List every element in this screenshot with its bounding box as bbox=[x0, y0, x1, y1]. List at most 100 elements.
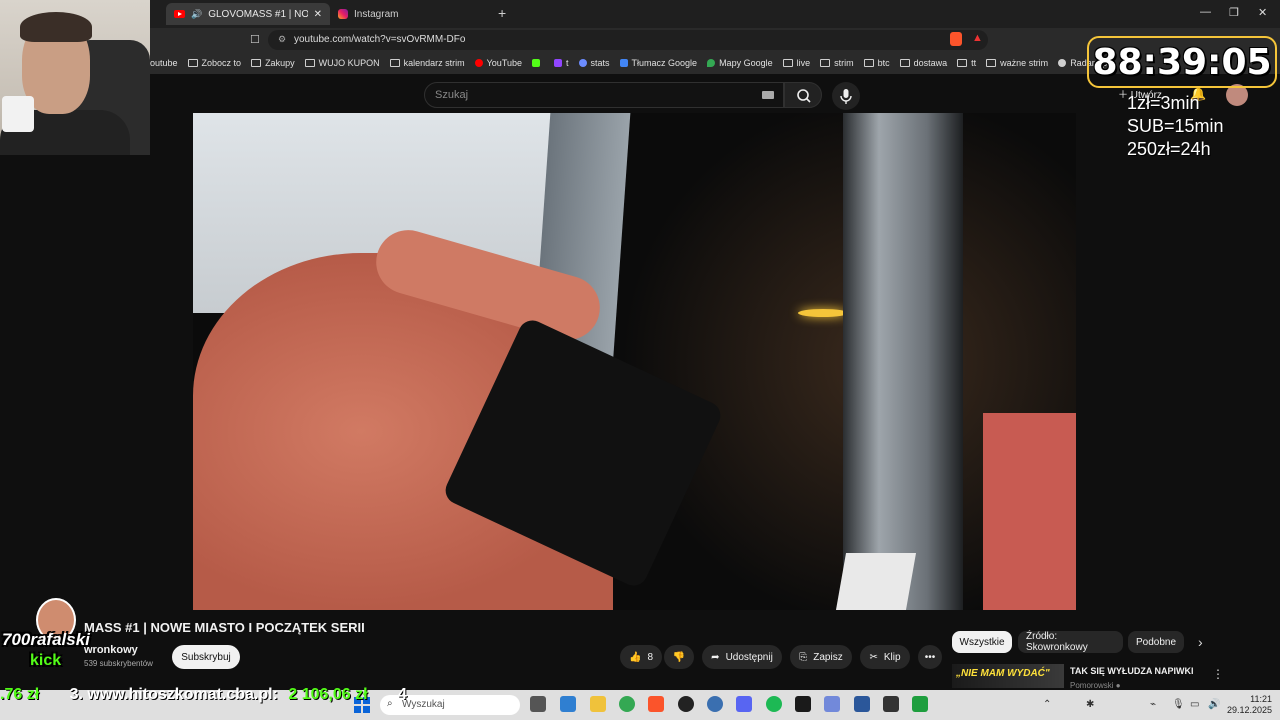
spotify-icon[interactable] bbox=[766, 696, 782, 712]
subscribe-button[interactable]: Subskrybuj bbox=[172, 645, 240, 669]
app-icon[interactable] bbox=[824, 696, 840, 712]
share-icon: ➦ bbox=[711, 651, 720, 663]
bookmark-item[interactable]: Zakupy bbox=[251, 58, 295, 68]
folder-icon bbox=[899, 59, 910, 67]
new-tab-button[interactable]: + bbox=[498, 5, 506, 21]
app-icon[interactable] bbox=[854, 696, 870, 712]
recommended-channel[interactable]: Pomorowski ● bbox=[1070, 681, 1121, 690]
taskbar-clock[interactable]: 11:21 29.12.2025 bbox=[1222, 694, 1272, 716]
recommended-thumbnail[interactable]: „NIE MAM WYDAĆ" bbox=[952, 664, 1064, 688]
microphone-tray-icon[interactable]: 🎙 bbox=[1172, 699, 1185, 710]
kebab-menu-icon[interactable]: ⋮ bbox=[1212, 667, 1224, 681]
youtube-favicon-icon bbox=[174, 10, 185, 18]
bookmark-item[interactable]: t bbox=[554, 58, 569, 68]
dislike-button[interactable]: 👎 bbox=[664, 645, 694, 669]
discord-icon[interactable] bbox=[736, 696, 752, 712]
save-button[interactable]: ⎘ Zapisz bbox=[790, 645, 852, 669]
bookmark-label: kalendarz strim bbox=[403, 58, 465, 68]
network-icon[interactable]: ⌁ bbox=[1150, 699, 1156, 710]
site-info-icon[interactable]: ⚙ bbox=[278, 34, 286, 45]
speaker-tray-icon[interactable]: 🔊 bbox=[1208, 699, 1220, 710]
tab-close-icon[interactable]: ✕ bbox=[314, 9, 322, 20]
video-frame-wall bbox=[983, 413, 1076, 610]
folder-icon bbox=[820, 59, 831, 67]
microphone-icon bbox=[840, 89, 852, 104]
bookmark-item[interactable]: live bbox=[782, 58, 810, 68]
bookmark-item[interactable]: btc bbox=[863, 58, 890, 68]
donation-ticker: .76 zł 3. www.hitoszkomat.cba.pl: 2 106,… bbox=[0, 686, 440, 704]
bookmark-label: strim bbox=[834, 58, 854, 68]
folder-icon bbox=[986, 59, 997, 67]
chip-all[interactable]: Wszystkie bbox=[952, 631, 1012, 653]
tab-instagram[interactable]: Instagram bbox=[330, 3, 490, 25]
bookmark-item[interactable]: tt bbox=[957, 58, 976, 68]
tab-youtube[interactable]: 🔊 GLOVOMASS #1 | NOWE MIA ✕ bbox=[166, 3, 330, 25]
bookmark-item[interactable]: WUJO KUPON bbox=[304, 58, 380, 68]
bookmark-item[interactable]: strim bbox=[820, 58, 854, 68]
minimize-button[interactable]: — bbox=[1200, 6, 1211, 18]
url-field[interactable]: ⚙ youtube.com/watch?v=svOvRMM-DFo bbox=[268, 30, 988, 50]
bookmark-icon[interactable]: ☐ bbox=[250, 33, 260, 46]
bookmark-label: btc bbox=[877, 58, 890, 68]
app-icon[interactable] bbox=[707, 696, 723, 712]
bluetooth-icon[interactable]: ✱ bbox=[1086, 699, 1094, 710]
app-icon[interactable] bbox=[883, 696, 899, 712]
bookmark-item[interactable]: Tłumacz Google bbox=[619, 58, 697, 68]
bookmark-label: stats bbox=[590, 58, 610, 68]
chip-related[interactable]: Podobne bbox=[1128, 631, 1184, 653]
share-label: Udostępnij bbox=[725, 651, 773, 663]
folder-icon bbox=[863, 59, 874, 67]
recommended-title[interactable]: TAK SIĘ WYŁUDZA NAPIWKI bbox=[1070, 666, 1194, 676]
more-actions-button[interactable]: ••• bbox=[918, 645, 942, 669]
chrome-icon[interactable] bbox=[619, 696, 635, 712]
subathon-timer: 88:39:05 bbox=[1087, 36, 1277, 88]
brave-shield-icon[interactable] bbox=[950, 32, 962, 46]
youtube-search-input[interactable]: Szukaj bbox=[424, 82, 784, 108]
clip-button[interactable]: ✂ Klip bbox=[860, 645, 910, 669]
keyboard-icon[interactable] bbox=[762, 91, 774, 99]
obs-icon[interactable] bbox=[678, 696, 694, 712]
bookmark-label: Zakupy bbox=[265, 58, 295, 68]
bookmark-item[interactable]: Zobocz to bbox=[187, 58, 241, 68]
search-button[interactable] bbox=[784, 82, 822, 108]
brave-rewards-icon[interactable]: ▲ bbox=[972, 32, 983, 44]
stats-icon bbox=[578, 59, 587, 67]
excel-icon[interactable] bbox=[912, 696, 928, 712]
bookmark-label: YouTube bbox=[486, 58, 522, 68]
widgets-icon[interactable] bbox=[560, 696, 576, 712]
webcam-hair bbox=[20, 12, 92, 42]
like-button[interactable]: 👍 8 bbox=[620, 645, 662, 669]
close-window-button[interactable]: ✕ bbox=[1258, 6, 1267, 19]
tab-title: Instagram bbox=[354, 8, 399, 20]
bookmark-item[interactable]: ważne strim bbox=[986, 58, 1048, 68]
bookmark-label: WUJO KUPON bbox=[318, 58, 380, 68]
bookmark-label: dostawa bbox=[913, 58, 948, 68]
folder-icon bbox=[957, 59, 968, 67]
folder-icon bbox=[304, 59, 315, 67]
bookmark-label: Mapy Google bbox=[719, 58, 773, 68]
bookmark-item[interactable] bbox=[532, 59, 544, 67]
display-icon[interactable]: ▭ bbox=[1190, 699, 1199, 710]
bookmark-item[interactable]: Mapy Google bbox=[707, 58, 773, 68]
file-explorer-icon[interactable] bbox=[590, 696, 606, 712]
logo-platform: kick bbox=[30, 652, 62, 669]
video-player[interactable] bbox=[193, 113, 1076, 610]
task-view-icon[interactable] bbox=[530, 696, 546, 712]
maximize-button[interactable]: ❐ bbox=[1229, 6, 1239, 19]
bookmark-item[interactable]: kalendarz strim bbox=[389, 58, 465, 68]
share-button[interactable]: ➦ Udostępnij bbox=[702, 645, 782, 669]
bookmark-label: ważne strim bbox=[1000, 58, 1049, 68]
streamlabs-icon[interactable] bbox=[795, 696, 811, 712]
bookmark-item[interactable]: YouTube bbox=[474, 58, 522, 68]
bookmark-item[interactable]: outube bbox=[150, 58, 178, 68]
twitch-icon bbox=[554, 59, 562, 67]
bookmark-item[interactable]: stats bbox=[578, 58, 610, 68]
brave-icon[interactable] bbox=[648, 696, 664, 712]
translate-icon bbox=[619, 59, 628, 67]
save-icon: ⎘ bbox=[799, 651, 808, 663]
chevron-right-icon[interactable]: › bbox=[1198, 634, 1203, 650]
chip-source[interactable]: Źródło: Skowronkowy bbox=[1018, 631, 1123, 653]
tray-expand-icon[interactable]: ⌃ bbox=[1043, 699, 1051, 710]
bookmark-item[interactable]: dostawa bbox=[899, 58, 948, 68]
voice-search-button[interactable] bbox=[832, 82, 860, 110]
